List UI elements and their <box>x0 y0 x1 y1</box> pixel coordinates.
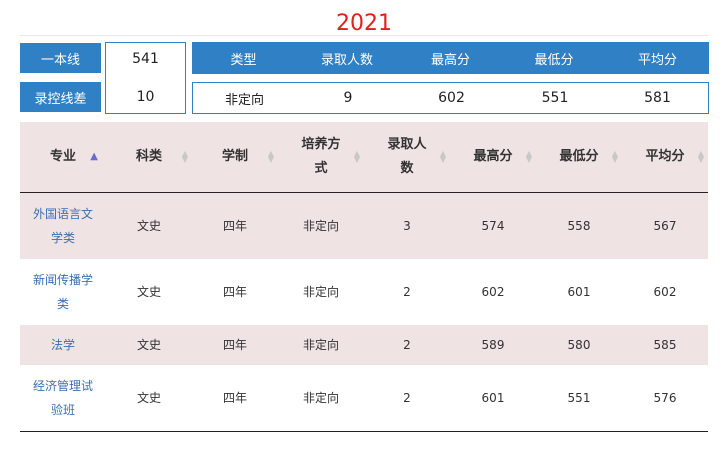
cell-category: 文史 <box>136 285 161 299</box>
major-name[interactable]: 新闻传播学类 <box>20 259 106 325</box>
cell-duration: 四年 <box>222 391 247 405</box>
cell-category: 文史 <box>136 219 161 233</box>
header-admitted-label: 录取人数 <box>387 137 427 176</box>
table-header-row: 专业 ▲ 科类 ▲ ▼ 学制 ▲ ▼ 培养方式 ▲ ▼ 录取人数 ▲ ▼ 最高分 ▲ ▼ … <box>20 122 708 193</box>
cell-admitted: 3 <box>403 219 411 233</box>
major-name[interactable]: 外国语言文学类 <box>20 193 106 259</box>
cell-min: 551 <box>567 391 591 405</box>
cell-avg: 576 <box>653 391 677 405</box>
cell-duration: 四年 <box>222 285 247 299</box>
sort-icon[interactable]: ▲ ▼ <box>440 150 446 164</box>
summary-max: 602 <box>438 90 465 106</box>
table-row: 经济管理试验班 文史 四年 非定向 2 601 551 576 <box>20 365 708 432</box>
header-category[interactable]: 科类 ▲ ▼ <box>106 122 192 192</box>
cell-max: 601 <box>481 391 505 405</box>
sort-icon[interactable]: ▲ ▼ <box>612 150 618 164</box>
table-row: 新闻传播学类 文史 四年 非定向 2 602 601 602 <box>20 259 708 325</box>
major-name[interactable]: 法学 <box>20 325 106 365</box>
divider <box>20 35 708 36</box>
summary-header-type: 类型 <box>230 52 257 68</box>
header-max[interactable]: 最高分 ▲ ▼ <box>450 122 536 192</box>
summary-header: 类型 录取人数 最高分 最低分 平均分 <box>192 42 709 74</box>
cell-duration: 四年 <box>222 219 247 233</box>
summary-admitted: 9 <box>343 90 353 106</box>
header-max-label: 最高分 <box>473 149 513 164</box>
sort-icon[interactable]: ▲ ▼ <box>698 150 704 164</box>
cell-avg: 585 <box>653 338 677 352</box>
cell-admitted: 2 <box>403 285 411 299</box>
first-tier-line-label: 一本线 <box>20 43 101 73</box>
header-training-label: 培养方式 <box>301 137 341 176</box>
cell-training: 非定向 <box>302 391 339 405</box>
cell-category: 文史 <box>136 338 161 352</box>
major-name[interactable]: 经济管理试验班 <box>20 365 106 431</box>
score-gap-value: 10 <box>136 89 155 105</box>
cell-max: 574 <box>481 219 505 233</box>
header-category-label: 科类 <box>135 149 162 164</box>
summary-min: 551 <box>541 90 569 106</box>
sort-icon[interactable]: ▲ ▼ <box>182 150 188 164</box>
header-duration[interactable]: 学制 ▲ ▼ <box>192 122 278 192</box>
header-duration-label: 学制 <box>221 149 248 164</box>
header-admitted[interactable]: 录取人数 ▲ ▼ <box>364 122 450 192</box>
summary-type: 非定向 <box>224 92 264 108</box>
summary-avg: 581 <box>644 90 671 106</box>
cell-training: 非定向 <box>302 219 339 233</box>
table-row: 外国语言文学类 文史 四年 非定向 3 574 558 567 <box>20 193 708 259</box>
cell-min: 558 <box>567 219 591 233</box>
summary-values-box: 541 10 <box>105 42 186 114</box>
sort-asc-icon[interactable]: ▲ <box>90 152 98 162</box>
header-major[interactable]: 专业 ▲ <box>20 122 106 192</box>
cell-min: 601 <box>567 285 591 299</box>
sort-icon[interactable]: ▲ ▼ <box>354 150 360 164</box>
cell-admitted: 2 <box>403 391 411 405</box>
cell-max: 589 <box>481 338 505 352</box>
cell-category: 文史 <box>136 391 161 405</box>
cell-avg: 567 <box>653 219 677 233</box>
cell-duration: 四年 <box>222 338 247 352</box>
table-row: 法学 文史 四年 非定向 2 589 580 585 <box>20 325 708 365</box>
summary-header-avg: 平均分 <box>637 52 677 68</box>
cell-avg: 602 <box>653 285 677 299</box>
major-score-table: 专业 ▲ 科类 ▲ ▼ 学制 ▲ ▼ 培养方式 ▲ ▼ 录取人数 ▲ ▼ 最高分 ▲ ▼ … <box>20 122 708 432</box>
header-avg[interactable]: 平均分 ▲ ▼ <box>622 122 708 192</box>
first-tier-line-value: 541 <box>132 51 159 67</box>
year-title: 2021 <box>336 11 392 36</box>
sort-icon[interactable]: ▲ ▼ <box>526 150 532 164</box>
summary-header-min: 最低分 <box>534 52 574 68</box>
cell-min: 580 <box>567 338 591 352</box>
summary-header-max: 最高分 <box>430 52 470 68</box>
header-major-label: 专业 <box>49 149 76 164</box>
summary-row: 非定向 9 602 551 581 <box>192 82 709 114</box>
header-min[interactable]: 最低分 ▲ ▼ <box>536 122 622 192</box>
header-training[interactable]: 培养方式 ▲ ▼ <box>278 122 364 192</box>
cell-training: 非定向 <box>302 338 339 352</box>
score-gap-label: 录控线差 <box>20 82 101 112</box>
cell-training: 非定向 <box>302 285 339 299</box>
cell-max: 602 <box>481 285 505 299</box>
cell-admitted: 2 <box>403 338 411 352</box>
header-min-label: 最低分 <box>559 149 599 164</box>
sort-icon[interactable]: ▲ ▼ <box>268 150 274 164</box>
header-avg-label: 平均分 <box>645 149 685 164</box>
summary-header-admitted: 录取人数 <box>320 52 373 68</box>
